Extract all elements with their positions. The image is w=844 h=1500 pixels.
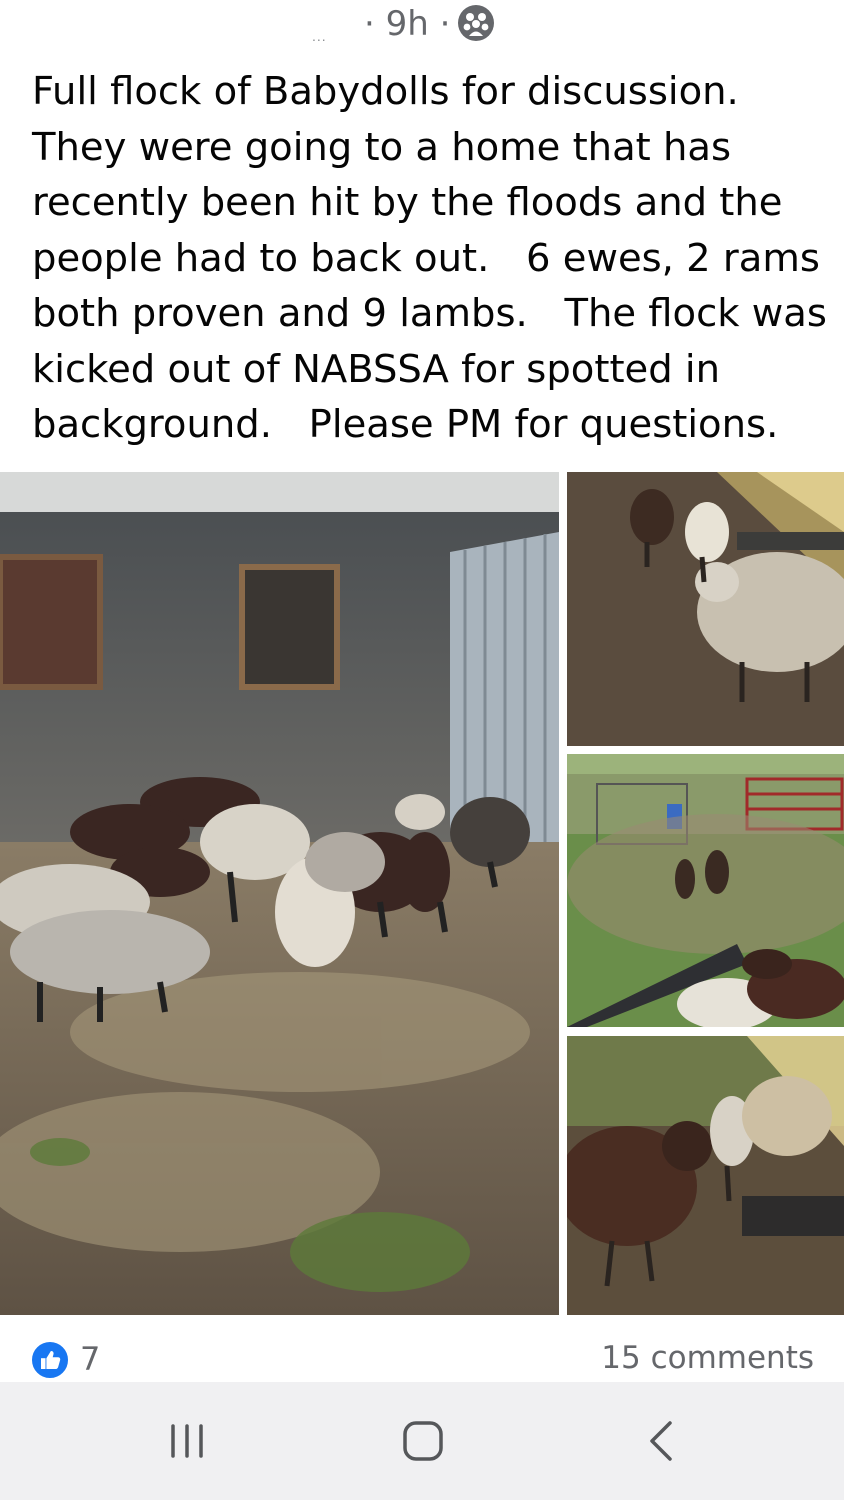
thumbs-up-icon[interactable]	[30, 1340, 70, 1380]
post-timestamp[interactable]: · 9h ·	[364, 4, 450, 44]
lambs-in-pasture-photo[interactable]	[567, 754, 844, 1027]
like-count[interactable]: 7	[80, 1340, 100, 1378]
author-name[interactable]: ...	[312, 28, 327, 44]
back-icon[interactable]	[630, 1418, 690, 1466]
friends-icon[interactable]	[456, 3, 496, 43]
sheep-at-feeder-sunlit-photo[interactable]	[567, 472, 844, 746]
lambs-at-trough-photo[interactable]	[567, 1036, 844, 1315]
recent-apps-icon[interactable]	[158, 1418, 218, 1466]
sheep-in-shed-photo[interactable]	[0, 472, 559, 1315]
home-icon[interactable]	[393, 1418, 453, 1466]
post-text: Full flock of Babydolls for discussion. …	[32, 69, 827, 447]
comments-count[interactable]: 15 comments	[601, 1340, 814, 1376]
post-header: ... · 9h ·	[0, 0, 844, 48]
